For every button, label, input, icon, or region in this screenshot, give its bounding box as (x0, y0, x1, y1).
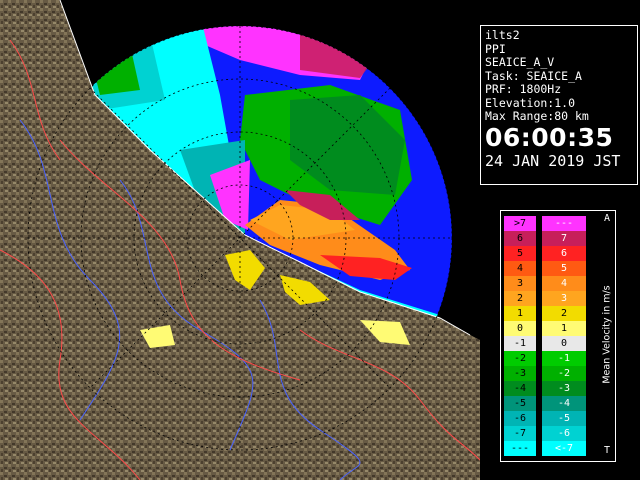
legend-right-label: 4 (542, 276, 586, 291)
legend-left-label: 0 (504, 321, 536, 336)
elevation-value: Elevation:1.0 (485, 95, 576, 110)
legend-right-label: -1 (542, 351, 586, 366)
legend-row: 67 (504, 231, 596, 246)
scan-info-panel: ilts2 PPI SEAICE_A_V Task: SEAICE_A PRF:… (480, 25, 638, 185)
legend-left-label: -4 (504, 381, 536, 396)
legend-right-label: -6 (542, 426, 586, 441)
legend-title: Mean Velocity in m/s (601, 285, 613, 384)
legend-left-label: 2 (504, 291, 536, 306)
max-range-value: Max Range:80 km (485, 109, 589, 123)
scan-time: 06:00:35 (485, 122, 614, 152)
legend-left-label: 6 (504, 231, 536, 246)
legend-right-label: 1 (542, 321, 586, 336)
legend-row: >7 --- (504, 216, 596, 231)
legend-left-label: -3 (504, 366, 536, 381)
legend-row: -7 -6 (504, 426, 596, 441)
legend-row: -2 -1 (504, 351, 596, 366)
legend-right-label: 6 (542, 246, 586, 261)
legend-left-label: 3 (504, 276, 536, 291)
radar-ppi-view (0, 0, 480, 480)
legend-left-label: -6 (504, 411, 536, 426)
product-type: PPI (485, 41, 506, 56)
legend-row: -4 -3 (504, 381, 596, 396)
legend-row: --- <-7 (504, 441, 596, 456)
legend-row: -6 -5 (504, 411, 596, 426)
legend-right-label: -3 (542, 381, 586, 396)
velocity-legend: >7 --- 6 7 5 6 4 5 3 4 2 3 1 2 0 1 -1 0 -2 -1 -3 -2 -4 -3 -5 -4 -6… (500, 210, 616, 462)
legend-top-marker: A (603, 213, 611, 224)
legend-right-label: 3 (542, 291, 586, 306)
radar-image (0, 0, 480, 480)
legend-left-label: 5 (504, 246, 536, 261)
legend-left-label: --- (504, 441, 536, 456)
legend-right-label: 2 (542, 306, 586, 321)
task-name: Task: SEAICE_A (485, 68, 582, 83)
legend-right-label: -5 (542, 411, 586, 426)
scan-date: 24 JAN 2019 JST (485, 151, 621, 170)
legend-right-label: 7 (542, 231, 586, 246)
legend-left-label: -2 (504, 351, 536, 366)
legend-left-label: -7 (504, 426, 536, 441)
legend-right-label: <-7 (542, 441, 586, 456)
legend-row: 45 (504, 261, 596, 276)
legend-right-label: -2 (542, 366, 586, 381)
legend-bottom-marker: T (603, 445, 611, 456)
legend-right-label: 0 (542, 336, 586, 351)
legend-right-label: 5 (542, 261, 586, 276)
legend-row: -1 0 (504, 336, 596, 351)
legend-row: -3 -2 (504, 366, 596, 381)
legend-row: 23 (504, 291, 596, 306)
legend-left-label: -1 (504, 336, 536, 351)
legend-axis: A Mean Velocity in m/s T (599, 211, 615, 461)
legend-left-label: -5 (504, 396, 536, 411)
legend-left-label: 1 (504, 306, 536, 321)
legend-row: 56 (504, 246, 596, 261)
legend-right-label: -4 (542, 396, 586, 411)
legend-left-label: >7 (504, 216, 536, 231)
legend-row: 34 (504, 276, 596, 291)
station-name: ilts2 (485, 28, 520, 42)
legend-row: 01 (504, 321, 596, 336)
legend-left-label: 4 (504, 261, 536, 276)
legend-row: -5 -4 (504, 396, 596, 411)
legend-row: 12 (504, 306, 596, 321)
legend-right-label: --- (542, 216, 586, 231)
scan-name: SEAICE_A_V (485, 55, 555, 69)
prf-value: PRF: 1800Hz (485, 82, 562, 96)
